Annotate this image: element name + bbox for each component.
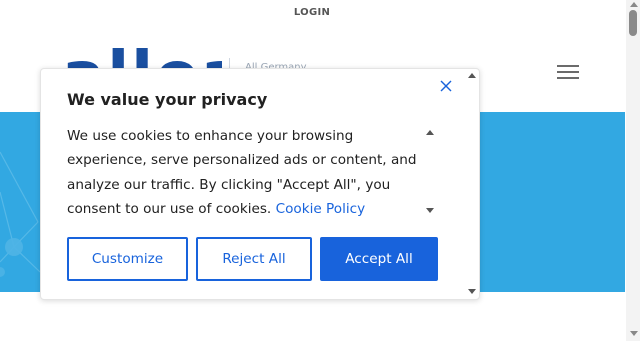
dialog-scroll-up-icon[interactable]	[468, 73, 476, 78]
cookie-policy-link[interactable]: Cookie Policy	[276, 201, 366, 217]
body-scroll-down-icon[interactable]	[426, 208, 434, 213]
cookie-consent-dialog: We value your privacy We use cookies to …	[40, 68, 480, 300]
dialog-title: We value your privacy	[67, 90, 268, 109]
scroll-down-arrow-icon[interactable]	[630, 331, 638, 336]
scroll-up-arrow-icon[interactable]	[630, 2, 638, 7]
page-scrollbar[interactable]	[626, 0, 640, 341]
scroll-thumb[interactable]	[629, 10, 637, 36]
hamburger-icon[interactable]	[557, 65, 579, 79]
accept-all-button[interactable]: Accept All	[320, 237, 438, 281]
dialog-scroll-down-icon[interactable]	[468, 289, 476, 294]
page: LOGIN alloa All Germany	[0, 0, 640, 341]
dialog-description: We use cookies to enhance your browsing …	[67, 124, 427, 221]
close-icon[interactable]	[439, 79, 453, 93]
login-link[interactable]: LOGIN	[0, 7, 624, 18]
customize-button[interactable]: Customize	[67, 237, 188, 281]
reject-all-button[interactable]: Reject All	[196, 237, 312, 281]
body-scroll-up-icon[interactable]	[426, 130, 434, 135]
